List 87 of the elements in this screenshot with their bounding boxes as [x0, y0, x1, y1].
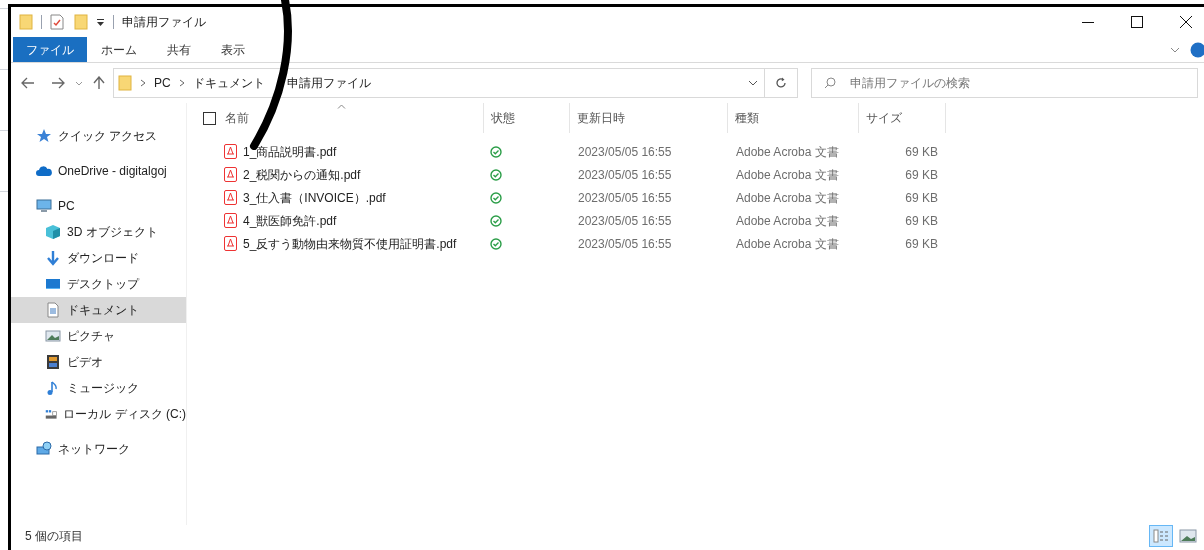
search-icon	[824, 77, 836, 89]
refresh-icon	[775, 77, 787, 89]
breadcrumb-link[interactable]: PC	[154, 74, 171, 92]
column-header[interactable]: 更新日時	[570, 103, 728, 133]
breadcrumb-link[interactable]: ドキュメント	[192, 74, 265, 92]
column-header[interactable]: 名前	[218, 103, 484, 133]
nav-item[interactable]: クイック アクセス	[11, 123, 186, 149]
pdf-file-icon	[224, 167, 237, 182]
nav-item[interactable]: OneDrive - digitalgoj	[11, 158, 186, 184]
pdf-file-icon	[224, 213, 237, 228]
up-arrow-icon[interactable]	[93, 76, 105, 90]
file-type: Adobe Acroba 文書	[736, 144, 839, 159]
chevron-right-icon	[178, 79, 185, 87]
ribbon-tab[interactable]: ファイル	[13, 37, 87, 62]
refresh-button[interactable]	[765, 68, 798, 98]
forward-arrow-icon[interactable]	[51, 77, 65, 89]
network-icon	[36, 441, 52, 457]
desktop-icon	[45, 276, 61, 292]
chevron-down-icon[interactable]	[1170, 46, 1180, 53]
dropdown-icon[interactable]	[96, 17, 105, 27]
file-name[interactable]: 1_商品説明書.pdf	[243, 142, 337, 161]
search-field[interactable]: 申請用ファイルの検索	[811, 68, 1198, 98]
picture-icon	[45, 328, 61, 344]
nav-item[interactable]: ローカル ディスク (C:)	[11, 401, 186, 427]
pdf-file-icon	[224, 190, 237, 205]
search-input[interactable]: 申請用ファイルの検索	[850, 74, 1197, 92]
window-title: 申請用ファイル	[122, 14, 206, 31]
sync-check-icon	[490, 145, 502, 158]
nav-item[interactable]: ピクチャ	[11, 323, 186, 349]
file-name[interactable]: 4_獣医師免許.pdf	[243, 211, 337, 230]
modified-date: 2023/05/05 16:55	[578, 213, 672, 228]
file-size: 69 KB	[905, 144, 938, 159]
ribbon-tab[interactable]: 共有	[153, 37, 205, 62]
ribbon-tab[interactable]: ホーム	[87, 37, 151, 62]
document-icon	[45, 302, 61, 318]
modified-date: 2023/05/05 16:55	[578, 236, 672, 251]
file-type: Adobe Acroba 文書	[736, 213, 839, 228]
file-size: 69 KB	[905, 236, 938, 251]
column-header[interactable]: 状態	[484, 103, 570, 133]
nav-item[interactable]: デスクトップ	[11, 271, 186, 297]
chevron-down-icon[interactable]	[748, 80, 758, 86]
star-icon	[36, 128, 52, 144]
file-name[interactable]: 2_税関からの通知.pdf	[243, 165, 361, 184]
file-size: 69 KB	[905, 167, 938, 182]
sync-check-icon	[490, 214, 502, 227]
ribbon-tab[interactable]: 表示	[207, 37, 259, 62]
file-size: 69 KB	[905, 213, 938, 228]
sort-up-icon	[337, 104, 346, 109]
cube-icon	[45, 224, 61, 240]
checkmark-document-icon[interactable]	[50, 14, 64, 30]
file-name[interactable]: 3_仕入書（INVOICE）.pdf	[243, 188, 386, 207]
folder-icon	[118, 75, 132, 91]
nav-item[interactable]: 3D オブジェクト	[11, 219, 186, 245]
sync-check-icon	[490, 191, 502, 204]
video-icon	[45, 354, 61, 370]
pdf-file-icon	[224, 144, 237, 159]
address-bar[interactable]: PC ドキュメント 申請用ファイル	[113, 68, 765, 98]
download-icon	[45, 250, 61, 266]
pc-icon	[36, 198, 52, 214]
maximize-icon[interactable]	[1131, 16, 1143, 28]
chevron-right-icon	[140, 79, 146, 87]
back-arrow-icon[interactable]	[21, 77, 35, 89]
nav-item[interactable]: ビデオ	[11, 349, 186, 375]
help-icon[interactable]	[1190, 41, 1204, 58]
modified-date: 2023/05/05 16:55	[578, 190, 672, 205]
sync-check-icon	[490, 168, 502, 181]
modified-date: 2023/05/05 16:55	[578, 144, 672, 159]
modified-date: 2023/05/05 16:55	[578, 167, 672, 182]
nav-item[interactable]: PC	[11, 193, 186, 219]
file-name[interactable]: 5_反すう動物由来物質不使用証明書.pdf	[243, 234, 457, 253]
cloud-icon	[36, 163, 52, 179]
file-size: 69 KB	[905, 190, 938, 205]
column-header[interactable]: サイズ	[859, 103, 946, 133]
item-count: 5 個の項目	[25, 528, 83, 545]
select-all-checkbox[interactable]	[203, 111, 216, 125]
close-icon[interactable]	[1180, 16, 1192, 28]
nav-item[interactable]: ミュージック	[11, 375, 186, 401]
sync-check-icon	[490, 237, 502, 250]
file-type: Adobe Acroba 文書	[736, 236, 839, 251]
file-type: Adobe Acroba 文書	[736, 190, 839, 205]
column-header[interactable]: 種類	[728, 103, 859, 133]
nav-item[interactable]: ネットワーク	[11, 436, 186, 462]
file-type: Adobe Acroba 文書	[736, 167, 839, 182]
nav-item[interactable]: ダウンロード	[11, 245, 186, 271]
breadcrumb-link[interactable]: 申請用ファイル	[286, 74, 371, 92]
pdf-file-icon	[224, 236, 237, 251]
nav-item[interactable]: ドキュメント	[11, 297, 186, 323]
